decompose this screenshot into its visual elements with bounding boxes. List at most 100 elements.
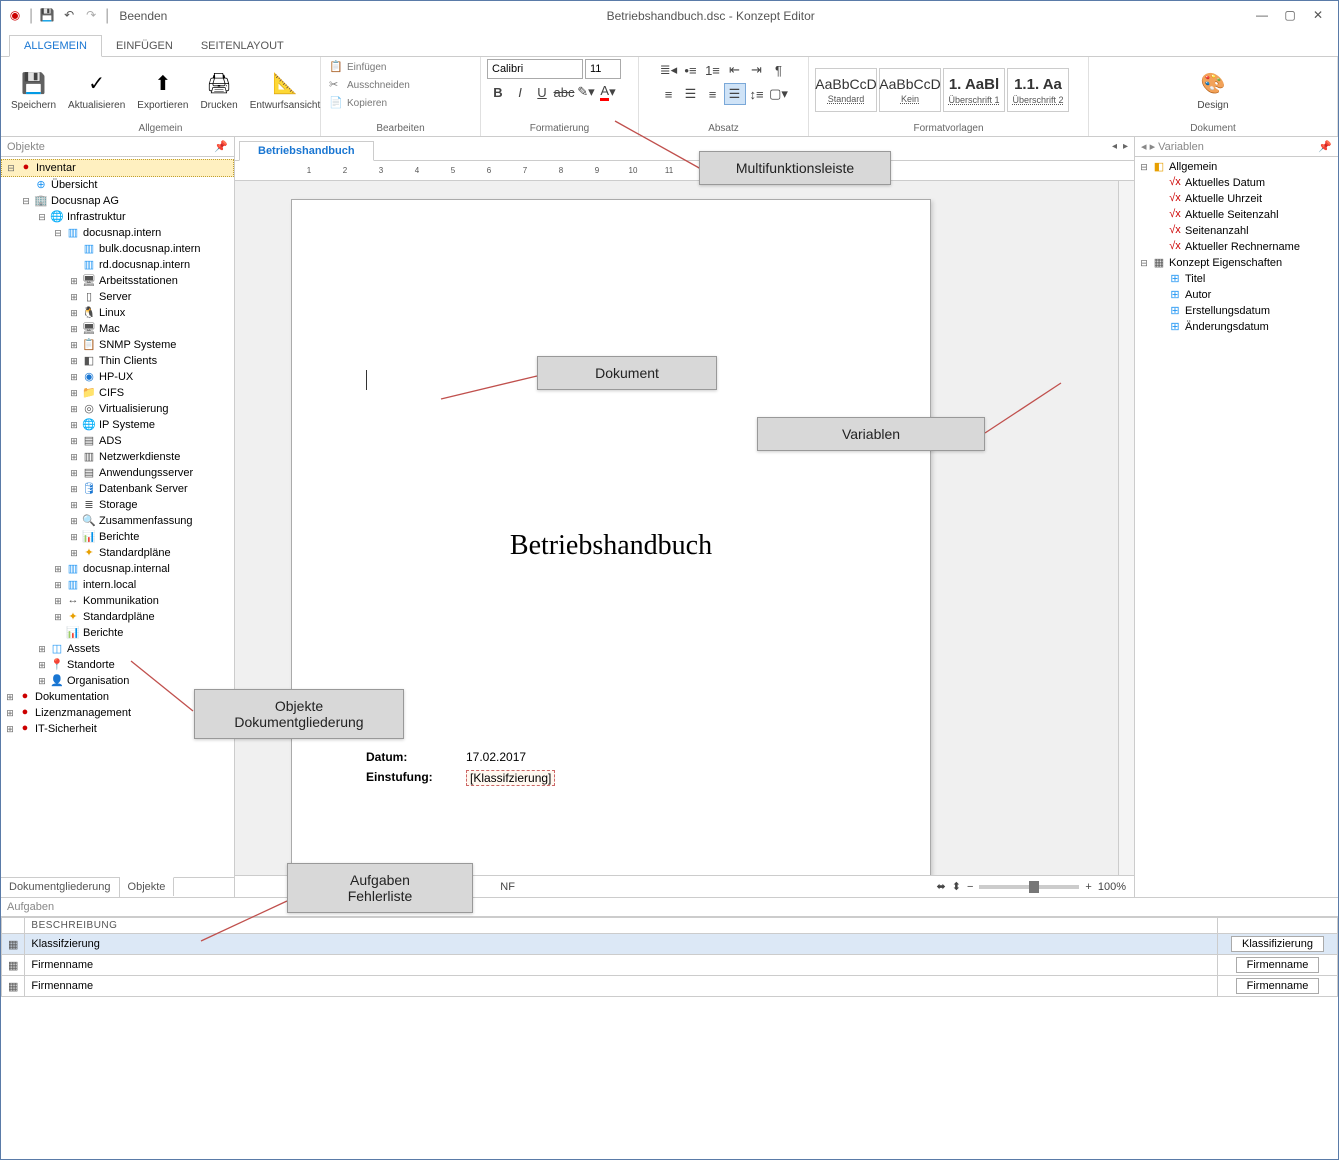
task-row[interactable]: ▦KlassifzierungKlassifizierung [2,934,1338,955]
outdent-icon[interactable]: ≣◂ [658,59,680,81]
document-tab[interactable]: Betriebshandbuch [239,141,374,161]
shading-icon[interactable]: ▢▾ [768,83,790,105]
drucken-button[interactable]: 🖨Drucken [196,68,241,113]
pin-icon[interactable]: 📌 [214,140,228,153]
ribbon-tab-seitenlayout[interactable]: SEITENLAYOUT [187,36,298,56]
tree-item[interactable]: ⊞📋SNMP Systeme [1,337,234,353]
expander-icon[interactable]: ⊟ [53,228,63,239]
highlight-icon[interactable]: ✎▾ [575,81,597,103]
expander-icon[interactable]: ⊞ [37,676,47,687]
bullets-icon[interactable]: •≡ [680,59,702,81]
zoom-out-icon[interactable]: − [967,881,973,893]
underline-icon[interactable]: U [531,81,553,103]
strike-icon[interactable]: abc [553,81,575,103]
tree-item[interactable]: ⊞📊Berichte [1,529,234,545]
expander-icon[interactable]: ⊞ [69,484,79,495]
tree-item[interactable]: ⊞◧Thin Clients [1,353,234,369]
tree-item[interactable]: ⊞Änderungsdatum [1135,319,1338,335]
tree-item[interactable]: ⊞▥intern.local [1,577,234,593]
einfügen-button[interactable]: 📋Einfügen [327,59,388,75]
tab-prev-icon[interactable]: ◂ [1112,141,1117,152]
paragraph-icon[interactable]: ¶ [768,59,790,81]
tree-item[interactable]: ⊞🌐IP Systeme [1,417,234,433]
tree-item[interactable]: ⊞●Dokumentation [1,689,234,705]
expander-icon[interactable]: ⊞ [53,580,63,591]
bold-icon[interactable]: B [487,81,509,103]
pin-icon[interactable]: 📌 [1318,140,1332,153]
tree-item[interactable]: ⊟🏢Docusnap AG [1,193,234,209]
tree-item[interactable]: ⊕Übersicht [1,177,234,193]
task-row[interactable]: ▦FirmennameFirmenname [2,955,1338,976]
tree-item[interactable]: ⊞●IT-Sicherheit [1,721,234,737]
tree-item[interactable]: ⊞◎Virtualisierung [1,401,234,417]
tree-item[interactable]: ▥bulk.docusnap.intern [1,241,234,257]
entwurfsansicht-button[interactable]: 📐Entwurfsansicht [246,68,325,113]
tree-item[interactable]: ⊞▤ADS [1,433,234,449]
speichern-button[interactable]: 💾Speichern [7,68,60,113]
tree-item[interactable]: ⊞🐧Linux [1,305,234,321]
indent-left-icon[interactable]: ⇤ [724,59,746,81]
expander-icon[interactable]: ⊞ [53,612,63,623]
tree-item[interactable]: ⊞📁CIFS [1,385,234,401]
tree-item[interactable]: √xAktueller Rechnername [1135,239,1338,255]
tree-item[interactable]: ⊞Titel [1135,271,1338,287]
tree-item[interactable]: ▥rd.docusnap.intern [1,257,234,273]
expander-icon[interactable]: ⊞ [69,340,79,351]
tree-item[interactable]: ⊞▯Server [1,289,234,305]
expander-icon[interactable]: ⊞ [69,500,79,511]
fit-width-icon[interactable]: ⬌ [937,880,946,893]
left-tab-objekte[interactable]: Objekte [120,877,175,896]
save-icon[interactable]: 💾 [39,8,55,24]
align-justify-icon[interactable]: ☰ [724,83,746,105]
expander-icon[interactable]: ⊞ [69,388,79,399]
tree-item[interactable]: ⊞Autor [1135,287,1338,303]
tree-item[interactable]: ⊞●Lizenzmanagement [1,705,234,721]
tree-item[interactable]: ⊞Erstellungsdatum [1135,303,1338,319]
style-standard[interactable]: AaBbCcDStandard [815,68,877,112]
quit-button[interactable]: Beenden [119,9,167,23]
kopieren-button[interactable]: 📄Kopieren [327,95,389,111]
tree-item[interactable]: √xAktuelle Uhrzeit [1135,191,1338,207]
expander-icon[interactable]: ⊞ [69,324,79,335]
expander-icon[interactable]: ⊞ [69,532,79,543]
expander-icon[interactable]: ⊟ [1139,258,1149,269]
tree-item[interactable]: ⊞▥docusnap.internal [1,561,234,577]
expander-icon[interactable]: ⊞ [53,596,63,607]
style-überschrift-2[interactable]: 1.1. AaÜberschrift 2 [1007,68,1069,112]
style-kein[interactable]: AaBbCcDKein [879,68,941,112]
expander-icon[interactable]: ⊞ [69,452,79,463]
expander-icon[interactable]: ⊞ [69,468,79,479]
tree-item[interactable]: ⊟🌐Infrastruktur [1,209,234,225]
tree-item[interactable]: ⊞▥Netzwerkdienste [1,449,234,465]
expander-icon[interactable]: ⊞ [69,292,79,303]
expander-icon[interactable]: ⊞ [53,564,63,575]
expander-icon[interactable]: ⊞ [69,548,79,559]
align-center-icon[interactable]: ☰ [680,83,702,105]
close-icon[interactable]: ✕ [1310,8,1326,24]
zoom-in-icon[interactable]: + [1085,881,1091,893]
tree-item[interactable]: √xSeitenanzahl [1135,223,1338,239]
expander-icon[interactable]: ⊞ [69,516,79,527]
line-spacing-icon[interactable]: ↕≡ [746,83,768,105]
task-action-button[interactable]: Firmenname [1236,978,1320,994]
fit-page-icon[interactable]: ⬍ [952,880,961,893]
tree-item[interactable]: ⊟▥docusnap.intern [1,225,234,241]
ribbon-tab-einfügen[interactable]: EINFÜGEN [102,36,187,56]
expander-icon[interactable]: ⊞ [5,692,15,703]
tree-item[interactable]: 📊Berichte [1,625,234,641]
ribbon-tab-allgemein[interactable]: ALLGEMEIN [9,35,102,57]
task-row[interactable]: ▦FirmennameFirmenname [2,976,1338,997]
classification-field[interactable]: [Klassifzierung] [466,770,555,786]
tree-item[interactable]: ⊞🔍Zusammenfassung [1,513,234,529]
tasks-header-description[interactable]: BESCHREIBUNG [25,918,1218,934]
tree-item[interactable]: √xAktuelles Datum [1135,175,1338,191]
align-left-icon[interactable]: ≡ [658,83,680,105]
expander-icon[interactable]: ⊟ [21,196,31,207]
font-size-input[interactable] [585,59,621,79]
font-name-input[interactable] [487,59,583,79]
tree-item[interactable]: √xAktuelle Seitenzahl [1135,207,1338,223]
task-action-button[interactable]: Klassifizierung [1231,936,1324,952]
italic-icon[interactable]: I [509,81,531,103]
align-right-icon[interactable]: ≡ [702,83,724,105]
expander-icon[interactable]: ⊞ [69,372,79,383]
